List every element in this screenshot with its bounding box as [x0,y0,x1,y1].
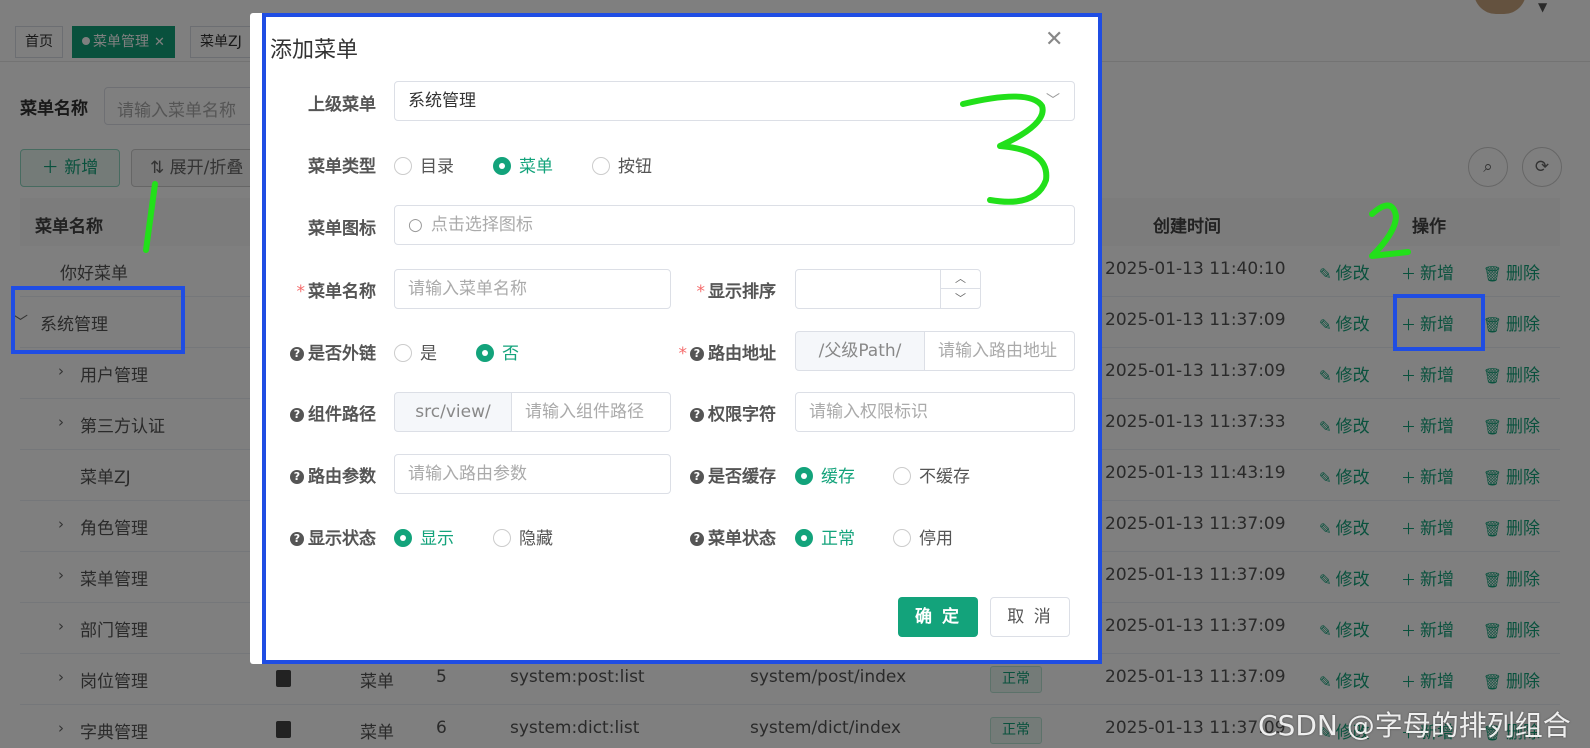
annotation-scribbles [143,93,1411,259]
annotation-number-1 [143,181,158,253]
watermark: CSDN @字母的排列组合 [1258,709,1571,742]
annotation-number-2 [1369,202,1411,259]
annotation-number-3 [960,93,1050,205]
